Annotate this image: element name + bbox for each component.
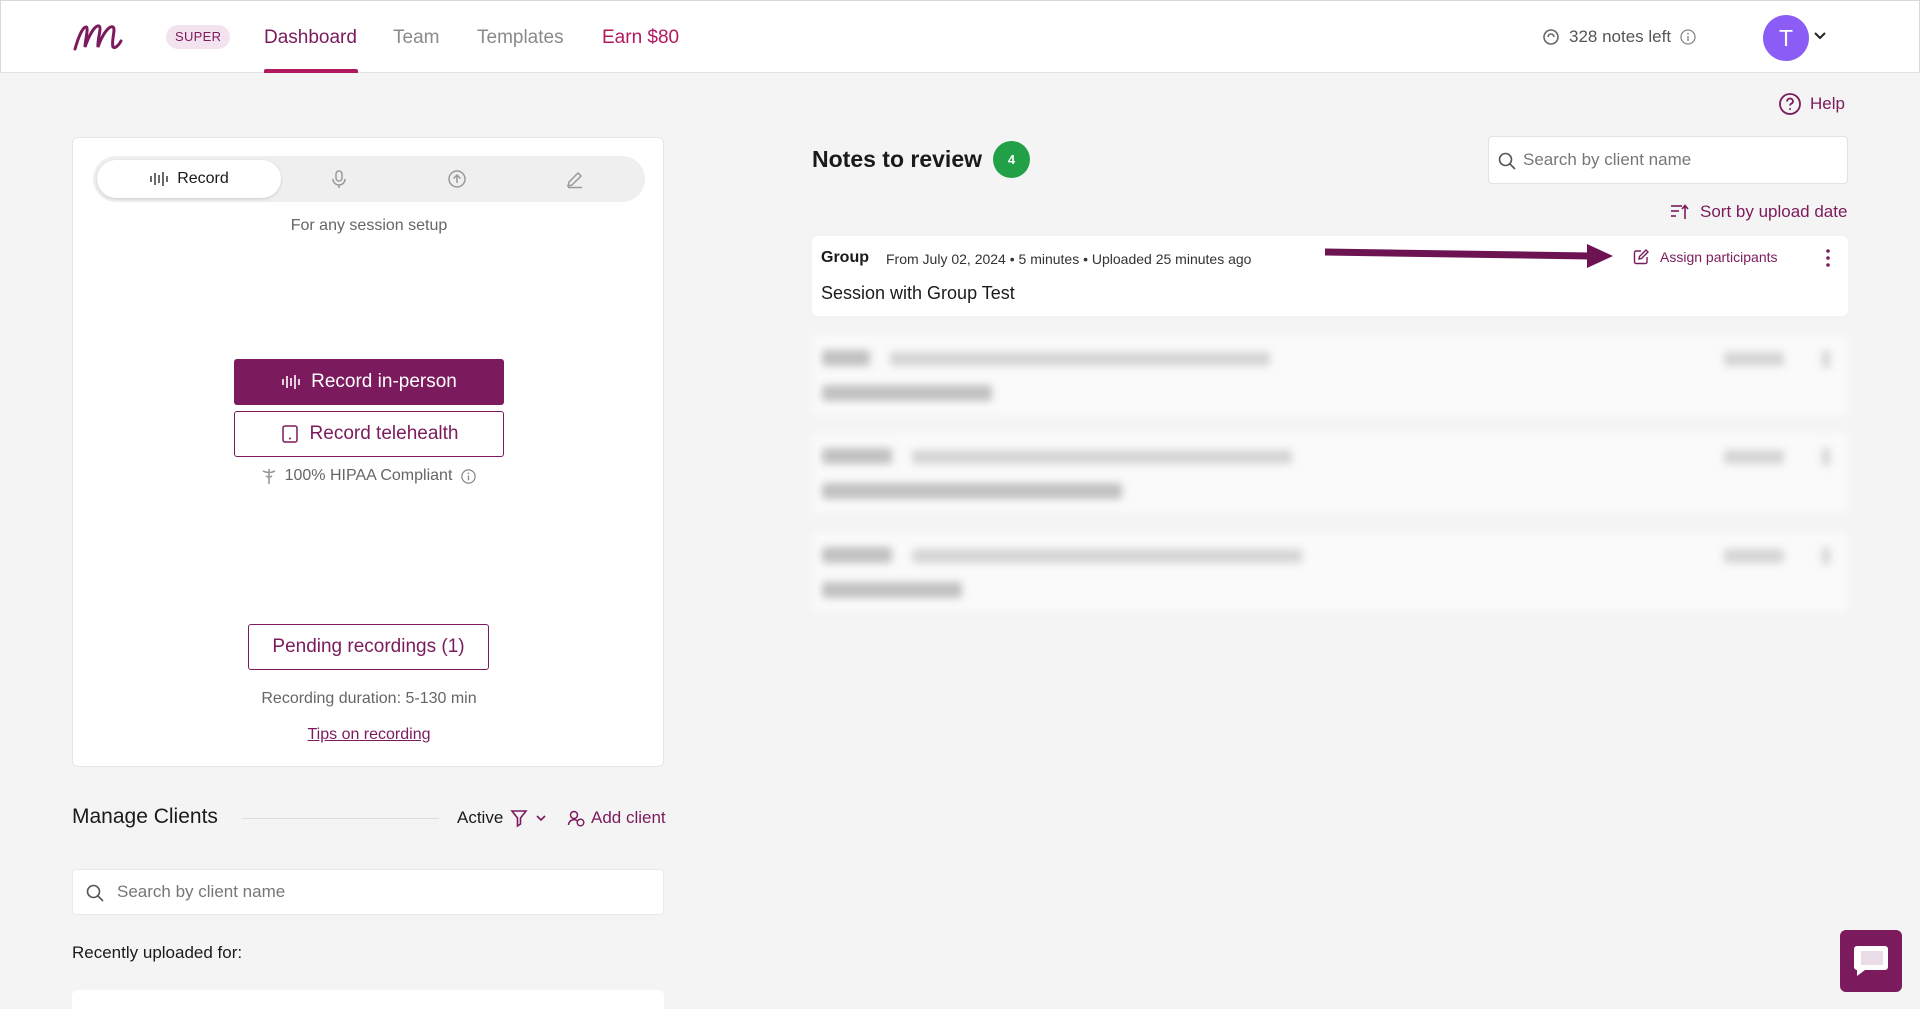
app-logo[interactable] bbox=[71, 17, 123, 55]
assign-participants-button[interactable]: Assign participants bbox=[1632, 248, 1778, 266]
manage-clients-title: Manage Clients bbox=[72, 805, 218, 828]
top-navigation: SUPER Dashboard Team Templates Earn $80 … bbox=[0, 0, 1920, 73]
pencil-icon[interactable] bbox=[565, 169, 585, 189]
record-in-person-label: Record in-person bbox=[311, 371, 457, 392]
notes-left-indicator: 328 notes left bbox=[1541, 27, 1697, 47]
tab-earn[interactable]: Earn $80 bbox=[602, 27, 679, 49]
chevron-down-icon[interactable] bbox=[1813, 29, 1827, 43]
recently-uploaded-label: Recently uploaded for: bbox=[72, 943, 243, 962]
search-icon bbox=[86, 884, 104, 902]
caduceus-icon bbox=[262, 469, 275, 484]
divider bbox=[242, 818, 439, 819]
pending-recordings-button[interactable]: Pending recordings (1) bbox=[248, 624, 489, 670]
help-circle-icon bbox=[1779, 93, 1801, 115]
tips-on-recording-link[interactable]: Tips on recording bbox=[73, 726, 665, 744]
info-icon[interactable] bbox=[460, 468, 477, 485]
client-search-field[interactable] bbox=[72, 869, 664, 915]
waveform-icon bbox=[150, 172, 169, 186]
upload-icon[interactable] bbox=[447, 169, 467, 189]
active-tab-indicator bbox=[264, 69, 358, 73]
sort-icon bbox=[1671, 204, 1689, 219]
recorder-card: Record For any session setup Record in-p… bbox=[72, 137, 664, 767]
note-type: Group bbox=[821, 249, 869, 266]
hipaa-notice: 100% HIPAA Compliant bbox=[73, 467, 665, 485]
notes-search-input[interactable] bbox=[1523, 137, 1833, 183]
help-link[interactable]: Help bbox=[1778, 92, 1845, 116]
add-client-button[interactable]: Add client bbox=[567, 808, 666, 828]
filter-icon bbox=[510, 810, 528, 828]
chat-icon bbox=[1854, 946, 1888, 976]
note-title: Session with Group Test bbox=[821, 283, 1015, 303]
session-setup-text: For any session setup bbox=[290, 217, 448, 234]
record-in-person-button[interactable]: Record in-person bbox=[234, 359, 504, 405]
assign-participants-label: Assign participants bbox=[1660, 249, 1778, 265]
add-client-label: Add client bbox=[591, 808, 666, 827]
hipaa-text: 100% HIPAA Compliant bbox=[284, 467, 453, 484]
blurred-note-card bbox=[812, 433, 1848, 513]
recent-clients-card bbox=[72, 990, 664, 1009]
notes-to-review-title: Notes to review bbox=[812, 146, 982, 172]
client-filter-dropdown[interactable]: Active bbox=[457, 808, 547, 828]
recording-duration-text: Recording duration: 5-130 min bbox=[261, 690, 477, 707]
info-icon[interactable] bbox=[1679, 28, 1697, 46]
avatar[interactable]: T bbox=[1763, 15, 1809, 61]
client-search-input[interactable] bbox=[117, 870, 647, 914]
note-meta: From July 02, 2024 • 5 minutes • Uploade… bbox=[886, 251, 1252, 267]
blurred-note-card bbox=[812, 335, 1848, 415]
plan-badge: SUPER bbox=[166, 25, 231, 49]
help-label: Help bbox=[1810, 94, 1845, 113]
annotation-arrow bbox=[1325, 244, 1613, 268]
edit-icon bbox=[1633, 249, 1649, 265]
more-options-icon[interactable] bbox=[1818, 247, 1838, 269]
chat-launcher-button[interactable] bbox=[1840, 930, 1902, 992]
waveform-icon bbox=[282, 375, 300, 389]
notes-count-badge: 4 bbox=[993, 141, 1030, 178]
record-telehealth-button[interactable]: Record telehealth bbox=[234, 411, 504, 457]
mode-record-tab[interactable]: Record bbox=[97, 160, 281, 198]
blurred-note-card bbox=[812, 532, 1848, 612]
tablet-icon bbox=[281, 425, 298, 443]
mode-record-label: Record bbox=[177, 170, 229, 187]
client-filter-label: Active bbox=[457, 808, 504, 827]
notes-search-field[interactable] bbox=[1488, 136, 1848, 184]
chevron-down-icon bbox=[536, 815, 546, 822]
search-icon bbox=[1498, 152, 1516, 170]
tab-dashboard[interactable]: Dashboard bbox=[264, 27, 357, 49]
add-user-icon bbox=[567, 810, 585, 827]
tab-team[interactable]: Team bbox=[393, 27, 439, 49]
sort-label: Sort by upload date bbox=[1700, 202, 1848, 221]
record-mode-selector: Record bbox=[93, 156, 645, 202]
record-telehealth-label: Record telehealth bbox=[309, 423, 459, 444]
tab-templates[interactable]: Templates bbox=[477, 27, 564, 49]
notes-credit-icon bbox=[1543, 29, 1559, 45]
notes-left-text: 328 notes left bbox=[1569, 27, 1672, 46]
microphone-icon[interactable] bbox=[329, 169, 349, 189]
sort-button[interactable]: Sort by upload date bbox=[1670, 202, 1847, 222]
